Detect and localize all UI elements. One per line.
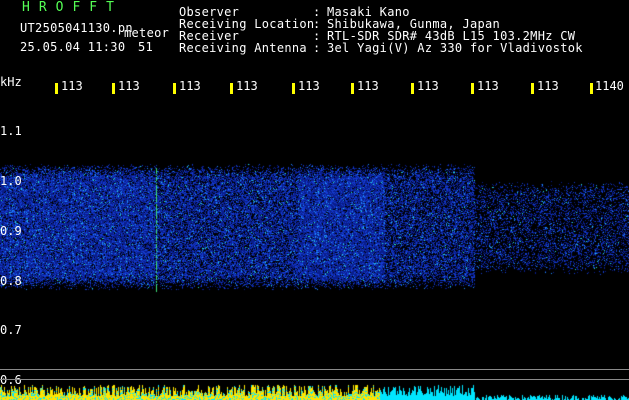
x-tick-label: 1140 — [595, 79, 624, 93]
info-colon: : — [313, 41, 321, 55]
x-tick-label: 113 — [118, 79, 140, 93]
x-tick-label: 113 — [477, 79, 499, 93]
x-tick — [411, 83, 414, 94]
y-tick-label: 0.7 — [0, 323, 22, 337]
y-axis-unit: kHz — [0, 75, 22, 89]
x-tick-label: 113 — [298, 79, 320, 93]
y-tick-label: 0.8 — [0, 274, 22, 288]
station-title: HROFFT — [22, 0, 123, 15]
x-tick — [173, 83, 176, 94]
x-tick — [292, 83, 295, 94]
info-key-antenna: Receiving Antenna — [179, 41, 307, 55]
baseline-divider — [0, 379, 629, 380]
x-tick-label: 113 — [357, 79, 379, 93]
y-tick-label: 1.1 — [0, 124, 22, 138]
x-tick-label: 113 — [417, 79, 439, 93]
x-tick — [531, 83, 534, 94]
x-tick-label: 113 — [179, 79, 201, 93]
x-tick — [590, 83, 593, 94]
x-tick — [112, 83, 115, 94]
x-tick-label: 113 — [537, 79, 559, 93]
baseline-divider — [0, 369, 629, 370]
meteor-label: meteor — [124, 26, 170, 40]
x-tick — [55, 83, 58, 94]
spectrogram-canvas — [0, 0, 629, 400]
meteor-count: 51 — [138, 40, 154, 54]
y-tick-label: 0.9 — [0, 224, 22, 238]
x-tick — [471, 83, 474, 94]
y-tick-label: 0.6 — [0, 373, 22, 387]
x-tick-label: 113 — [236, 79, 258, 93]
x-tick — [230, 83, 233, 94]
info-value-antenna: 3el Yagi(V) Az 330 for Vladivostok — [327, 41, 583, 55]
x-tick — [351, 83, 354, 94]
filename-label: UT2505041130.pn — [20, 21, 133, 35]
datetime-label: 25.05.04 11:30 — [20, 40, 126, 54]
y-tick-label: 1.0 — [0, 174, 22, 188]
x-tick-label: 113 — [61, 79, 83, 93]
